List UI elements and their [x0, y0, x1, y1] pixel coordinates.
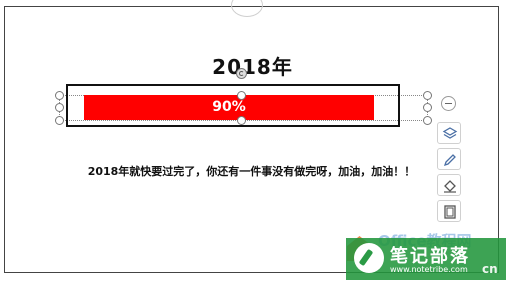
- slide-body-text[interactable]: 2018年就快要过完了，你还有一件事没有做完呀，加油，加油！！: [4, 163, 499, 179]
- rotate-handle[interactable]: [236, 68, 247, 79]
- pen-logo-icon: [354, 243, 384, 273]
- resize-handle-mid-right[interactable]: [423, 103, 432, 112]
- frame-button[interactable]: [437, 200, 461, 222]
- resize-handle-top-center[interactable]: [237, 91, 246, 100]
- resize-handle-top-right[interactable]: [423, 91, 432, 100]
- resize-handle-mid-left[interactable]: [55, 103, 64, 112]
- resize-handle-bottom-right[interactable]: [423, 116, 432, 125]
- resize-handle-top-left[interactable]: [55, 91, 64, 100]
- resize-handle-bottom-center[interactable]: [237, 116, 246, 125]
- collapse-button[interactable]: [441, 96, 456, 111]
- resize-handle-bottom-left[interactable]: [55, 116, 64, 125]
- fill-button[interactable]: [437, 174, 461, 196]
- slide-title[interactable]: 2018年: [5, 51, 500, 80]
- progress-track[interactable]: 90%: [84, 95, 374, 120]
- layers-button[interactable]: [437, 122, 461, 144]
- decorative-arc: [231, 0, 263, 17]
- pen-button[interactable]: [437, 148, 461, 170]
- watermark-url: www.notetribe.com: [390, 265, 468, 274]
- progress-label: 90%: [212, 99, 246, 115]
- watermark-suffix: cn: [482, 262, 498, 276]
